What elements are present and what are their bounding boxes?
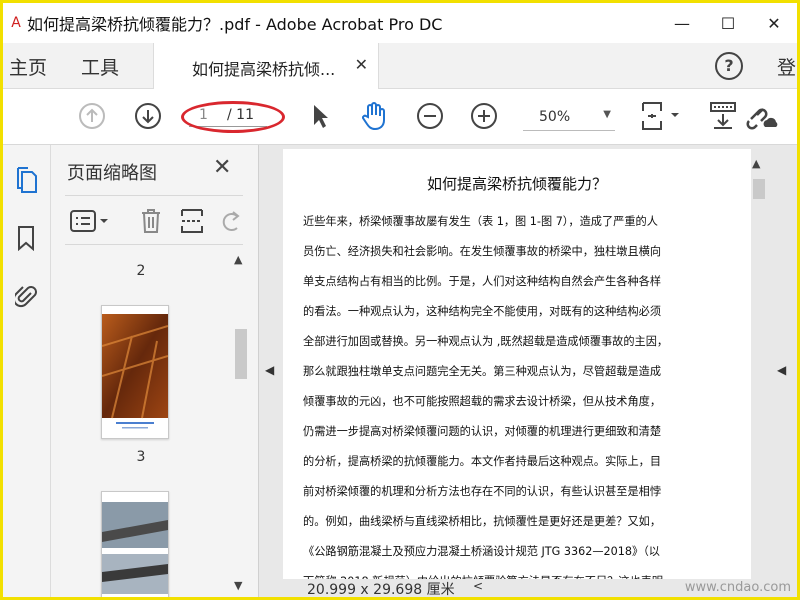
text-line: 那么就跟独柱墩单支点问题完全无关。第三种观点认为，尽管超载是造成 [303, 365, 662, 378]
options-menu-icon[interactable] [69, 208, 111, 234]
text-line: 员伤亡、经济损失和社会影响。在发生倾覆事故的桥梁中，独柱墩且横向 [303, 245, 662, 258]
page-thumbnails-icon[interactable] [11, 165, 41, 195]
chevron-left-icon[interactable]: < [473, 579, 483, 593]
menu-home[interactable]: 主页 [9, 53, 47, 80]
collapse-right-icon[interactable]: ◀ [777, 363, 786, 377]
thumbnail-scrollbar[interactable]: ▲ ▼ [231, 249, 249, 597]
scroll-down-icon[interactable]: ▼ [234, 579, 242, 592]
rotate-page-icon[interactable] [221, 208, 241, 234]
watermark: www.cndao.com [684, 580, 791, 595]
text-line: 单支点结构占有相当的比例。于是，人们对这种结构自然会产生各种各样 [303, 275, 662, 288]
scroll-up-icon[interactable]: ▲ [752, 157, 760, 170]
maximize-button[interactable]: ☐ [705, 3, 751, 43]
toolbar: 1 / 11 50% ▼ [3, 89, 797, 145]
thumbnail-page-number: 2 [136, 263, 146, 279]
window-frame: A 如何提高梁桥抗倾覆能力？.pdf - Adobe Acrobat Pro D… [0, 0, 800, 600]
next-page-icon[interactable] [133, 101, 163, 131]
document-heading: 如何提高梁桥抗倾覆能力？ [426, 175, 607, 193]
scroll-thumb[interactable] [753, 179, 765, 199]
zoom-value: 50% [539, 109, 571, 125]
document-tab[interactable]: 如何提高梁桥抗倾... ✕ [153, 43, 379, 89]
zoom-in-icon[interactable] [469, 101, 499, 131]
stamp-tool-icon[interactable] [707, 101, 739, 131]
fit-page-icon[interactable] [639, 101, 683, 131]
minimize-button[interactable]: — [659, 3, 705, 43]
document-tab-label: 如何提高梁桥抗倾... [192, 60, 336, 79]
tab-close-icon[interactable]: ✕ [355, 55, 368, 74]
bookmark-icon[interactable] [11, 223, 41, 253]
text-line: 的看法。一种观点认为，这种结构完全不能使用，对既有的这种结构必须 [303, 305, 662, 318]
pdf-page: 如何提高梁桥抗倾覆能力？ 近些年来，桥梁倾覆事故屡有发生（表 1，图 1-图 7… [283, 149, 751, 579]
text-line: 近些年来，桥梁倾覆事故屡有发生（表 1，图 1-图 7），造成了严重的人 [303, 215, 658, 228]
menu-tools[interactable]: 工具 [81, 53, 119, 80]
hand-tool-icon[interactable] [359, 101, 389, 131]
window-title: 如何提高梁桥抗倾覆能力？.pdf - Adobe Acrobat Pro DC [27, 15, 443, 34]
thumbnail-page-number: 3 [136, 449, 146, 465]
thumbnail-page-2[interactable] [101, 305, 169, 439]
status-bar: 20.999 x 29.698 厘米 < [283, 579, 751, 597]
thumbnail-image-construction [101, 306, 169, 438]
scroll-up-icon[interactable]: ▲ [234, 253, 242, 266]
delete-page-icon[interactable] [139, 208, 163, 234]
title-bar: A 如何提高梁桥抗倾覆能力？.pdf - Adobe Acrobat Pro D… [3, 3, 797, 43]
text-line: 前对桥梁倾覆的机理和分析方法也存在不同的认识，有些认识甚至是相悖 [303, 485, 662, 498]
panel-title: 页面缩略图 [67, 163, 157, 184]
text-line: 倾覆事故的元凶，也不可能按照超载的需求去设计桥梁，但从技术角度， [303, 395, 662, 408]
attachment-icon[interactable] [11, 281, 41, 311]
thumbnail-toolbar [65, 195, 243, 245]
scroll-thumb[interactable] [235, 329, 247, 379]
text-line: 的分析，提高桥梁的抗倾覆能力。本文作者持最后这种观点。实际上，目 [303, 455, 662, 468]
text-line: 全部进行加固或替换。另一种观点认为 ,既然超载是造成倾覆事故的主因， [303, 335, 669, 348]
text-line: 仍需进一步提高对桥梁倾覆问题的认识，对倾覆的机理进行更细致和清楚 [303, 425, 662, 438]
thumbnail-page-3[interactable] [101, 491, 169, 597]
acrobat-icon: A [11, 15, 21, 31]
document-scrollbar[interactable]: ▲ [749, 145, 767, 597]
zoom-out-icon[interactable] [415, 101, 445, 131]
text-line: 的。例如，曲线梁桥与直线梁桥相比，抗倾覆性是更好还是更差？又如， [303, 515, 662, 528]
link-cloud-icon[interactable] [745, 101, 779, 131]
close-panel-icon[interactable]: ✕ [213, 155, 231, 180]
select-pointer-icon[interactable] [307, 101, 333, 131]
close-button[interactable]: ✕ [751, 3, 797, 43]
nav-rail [3, 145, 51, 597]
help-icon[interactable]: ? [715, 52, 743, 80]
collapse-left-icon[interactable]: ◀ [265, 363, 274, 377]
document-area: ◀ 如何提高梁桥抗倾覆能力？ 近些年来，桥梁倾覆事故屡有发生（表 1，图 1-图… [259, 145, 797, 597]
highlight-ring [181, 101, 285, 133]
zoom-select[interactable]: 50% ▼ [523, 103, 615, 131]
thumbnails-panel: 页面缩略图 ✕ 2 3 ▲ ▼ [51, 145, 259, 597]
thumbnail-image-bridge [102, 492, 168, 597]
chevron-down-icon: ▼ [603, 109, 611, 120]
text-line: 下简称 2018 新规范）中给出的抗倾覆验算方法是否存在不足？这也表明， [303, 567, 733, 579]
thumbnail-list: 2 3 [51, 249, 231, 597]
page-size: 20.999 x 29.698 厘米 [307, 582, 455, 598]
login-link[interactable]: 登 [777, 53, 796, 80]
text-line: 《公路钢筋混凝土及预应力混凝土桥涵设计规范 JTG 3362—2018》（以 [303, 545, 660, 558]
previous-page-icon[interactable] [77, 101, 107, 131]
document-body: 近些年来，桥梁倾覆事故屡有发生（表 1，图 1-图 7），造成了严重的人 员伤亡… [303, 207, 733, 579]
tab-bar: 主页 工具 如何提高梁桥抗倾... ✕ ? 登 [3, 43, 797, 89]
extract-page-icon[interactable] [179, 208, 205, 234]
